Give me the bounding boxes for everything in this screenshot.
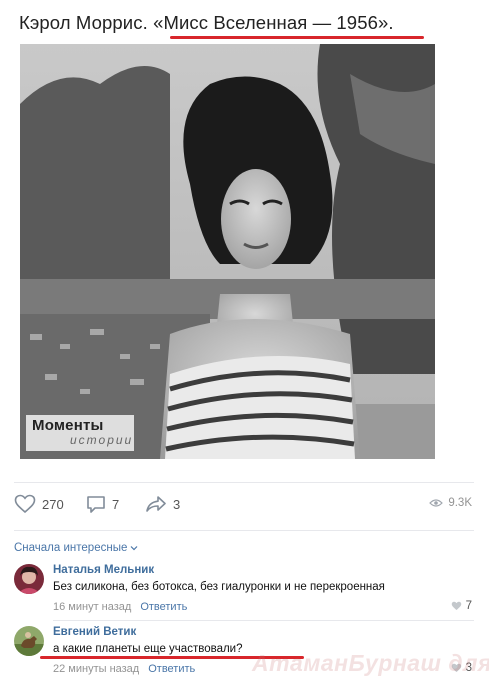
reply-button[interactable]: Ответить (140, 601, 187, 613)
comment-meta: 16 минут назад Ответить (53, 601, 187, 613)
photo-watermark: Моменты истории (26, 415, 134, 451)
comment-count: 7 (112, 496, 120, 512)
post-actions-bar: 270 7 3 9.3K (14, 494, 474, 518)
comment-time[interactable]: 16 минут назад (53, 601, 131, 613)
comment-like-button[interactable]: 3 (451, 662, 472, 674)
watermark-title: Моменты (32, 417, 104, 434)
heart-icon (451, 601, 461, 610)
comment-text: Без силикона, без ботокса, без гиалуронк… (53, 581, 385, 593)
heart-icon (14, 494, 36, 514)
share-count: 3 (173, 496, 181, 512)
divider (14, 530, 474, 531)
share-icon (146, 496, 166, 512)
comment-meta: 22 минуты назад Ответить (53, 663, 195, 675)
heart-icon (451, 663, 461, 672)
avatar[interactable] (14, 564, 44, 594)
post-title: Кэрол Моррис. «Мисс Вселенная — 1956». (19, 12, 394, 33)
comment-item: Евгений Ветик а какие планеты еще участв… (14, 626, 474, 678)
user-avatar-image (14, 564, 44, 594)
comment-like-count: 3 (465, 662, 472, 674)
chevron-down-icon (130, 546, 138, 551)
comment-author[interactable]: Евгений Ветик (53, 626, 136, 638)
sort-label: Сначала интересные (14, 542, 128, 554)
comment-button[interactable]: 7 (86, 494, 119, 514)
comment-like-count: 7 (465, 600, 472, 612)
vintage-portrait-illustration (20, 44, 435, 459)
watermark-subtitle: истории (70, 433, 134, 447)
views-counter: 9.3K (429, 497, 472, 509)
reply-button[interactable]: Ответить (148, 663, 195, 675)
comments-sort-dropdown[interactable]: Сначала интересные (14, 542, 138, 554)
avatar[interactable] (14, 626, 44, 656)
divider (14, 482, 474, 483)
post-photo[interactable]: Моменты истории (20, 44, 435, 459)
views-count: 9.3K (448, 497, 472, 509)
comment-like-button[interactable]: 7 (451, 600, 472, 612)
comment-highlight-underline (40, 656, 304, 659)
like-button[interactable]: 270 (14, 494, 64, 514)
share-button[interactable]: 3 (145, 494, 180, 514)
comment-text: а какие планеты еще участвовали? (53, 643, 243, 655)
comment-item: Наталья Мельник Без силикона, без ботокс… (14, 564, 474, 616)
eye-icon (429, 499, 444, 507)
comment-icon (87, 496, 105, 513)
divider (53, 620, 474, 621)
comment-time[interactable]: 22 минуты назад (53, 663, 139, 675)
comment-author[interactable]: Наталья Мельник (53, 564, 154, 576)
title-highlight-underline (170, 36, 424, 39)
user-avatar-image (14, 626, 44, 656)
like-count: 270 (42, 496, 64, 512)
